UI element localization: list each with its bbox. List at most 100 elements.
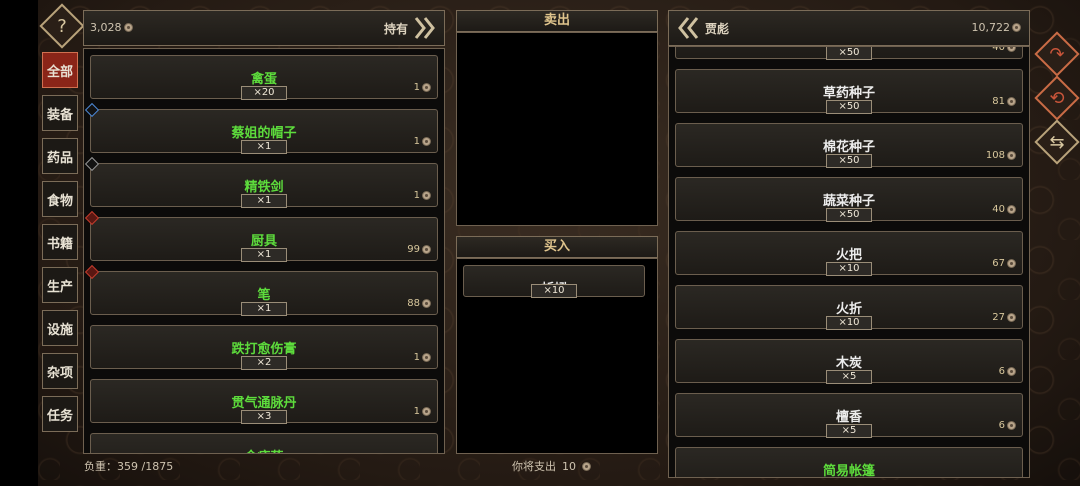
- item-quantity: ×5: [826, 370, 872, 384]
- item-row[interactable]: 禽蛋 ×20 1: [90, 55, 438, 100]
- item-name: 蔬菜种子: [822, 194, 875, 209]
- item-row[interactable]: 跌打愈伤膏 ×2 1: [90, 325, 438, 370]
- player-money: 3,028: [90, 21, 133, 34]
- item-price: 6: [999, 366, 1016, 377]
- item-row[interactable]: 草药种子 ×50 81: [675, 69, 1023, 114]
- item-name: 木炭: [835, 356, 862, 371]
- item-quantity: ×2: [241, 356, 287, 370]
- coin-icon: [1007, 259, 1016, 268]
- item-price-value: 1: [413, 136, 420, 147]
- redo-arrow-icon: ↷: [1049, 43, 1065, 65]
- buy-title: 买入: [543, 239, 570, 254]
- item-row[interactable]: 精铁剑 ×1 1: [84, 156, 438, 208]
- merchant-money: 10,722: [972, 21, 1021, 34]
- rarity-tag-icon: [84, 102, 100, 118]
- item-price: 1: [414, 190, 431, 201]
- item-name: 檀香: [835, 410, 862, 425]
- item-price-value: 67: [992, 258, 1005, 269]
- item-price-value: 6: [998, 366, 1005, 377]
- double-chevron-left-icon[interactable]: [675, 14, 701, 42]
- item-price-value: 40: [992, 46, 1005, 53]
- double-chevron-right-icon[interactable]: [412, 14, 438, 42]
- item-price-value: 27: [992, 312, 1005, 323]
- swap-icon: ⇆: [1049, 131, 1065, 153]
- item-row[interactable]: 蔬菜种子 ×50 40: [675, 177, 1023, 222]
- item-quantity: ×3: [241, 410, 287, 424]
- tab-item[interactable]: 装备: [42, 95, 78, 131]
- item-name: 火折: [835, 302, 862, 317]
- item-quantity: ×50: [826, 208, 872, 222]
- item-name: 金疮药: [91, 446, 437, 453]
- item-price: 1: [414, 136, 431, 147]
- item-row[interactable]: 火折 ×10 27: [675, 285, 1023, 330]
- item-row[interactable]: 蚯蚓×10: [463, 265, 645, 298]
- item-row[interactable]: 厨具 ×1 99: [84, 210, 438, 262]
- coin-icon: [1007, 367, 1016, 376]
- coin-icon: [582, 461, 591, 471]
- rarity-tag-icon: [84, 210, 100, 226]
- tab-item[interactable]: 全部: [42, 52, 78, 88]
- tab-item[interactable]: 设施: [42, 310, 78, 346]
- item-price-value: 1: [413, 406, 420, 417]
- item-row[interactable]: 金疮药: [90, 433, 438, 453]
- coin-icon: [422, 245, 431, 254]
- inventory-list[interactable]: 禽蛋 ×20 1 蔡姐的帽子 ×1 1 精铁剑 ×1 1 厨具 ×1 99 笔 ×1 88 跌打愈伤膏 ×2 1 贯…: [83, 48, 445, 454]
- item-name: 禽蛋: [250, 72, 277, 87]
- item-name: 精铁剑: [244, 180, 284, 195]
- item-quantity: ×10: [531, 284, 577, 298]
- item-name: 厨具: [250, 234, 277, 249]
- buy-list[interactable]: 蚯蚓×10: [456, 258, 658, 454]
- inventory-header: 3,028 持有: [83, 10, 445, 46]
- coin-icon: [422, 191, 431, 200]
- coin-icon: [1007, 97, 1016, 106]
- sell-list[interactable]: [456, 32, 658, 226]
- tab-item[interactable]: 任务: [42, 396, 78, 432]
- tab-item[interactable]: 书籍: [42, 224, 78, 260]
- item-row[interactable]: 笔 ×1 88: [84, 264, 438, 316]
- coin-icon: [1007, 205, 1016, 214]
- coin-icon: [1007, 421, 1016, 430]
- tab-item[interactable]: 生产: [42, 267, 78, 303]
- item-price-value: 88: [407, 298, 420, 309]
- item-quantity: ×20: [241, 86, 287, 100]
- item-price: 1: [414, 82, 431, 93]
- item-price: 27: [992, 312, 1016, 323]
- item-price: 1: [414, 352, 431, 363]
- item-price-value: 81: [992, 96, 1005, 107]
- item-name: 蔡姐的帽子: [231, 126, 297, 141]
- item-row[interactable]: 火把 ×10 67: [675, 231, 1023, 276]
- refresh-icon: ⟲: [1049, 87, 1065, 109]
- trade-screen: ? 3,028 持有 全部 装备 药品 食物 书籍 生产 设施 杂项 任务 禽蛋 ×20 1 蔡姐的帽…: [0, 0, 1080, 486]
- item-price-value: 108: [985, 150, 1005, 161]
- item-row[interactable]: ×50 40: [675, 46, 1023, 60]
- item-quantity: ×1: [241, 194, 287, 208]
- item-quantity: ×1: [241, 140, 287, 154]
- sell-header: 卖出: [456, 10, 658, 32]
- total-label: 你将支出: [512, 460, 556, 473]
- tab-item[interactable]: 食物: [42, 181, 78, 217]
- tab-item[interactable]: 杂项: [42, 353, 78, 389]
- item-name: 笔: [257, 288, 271, 303]
- item-price: 6: [999, 420, 1016, 431]
- coin-icon: [1007, 313, 1016, 322]
- item-quantity: ×50: [826, 47, 872, 60]
- coin-icon: [422, 83, 431, 92]
- coin-icon: [422, 353, 431, 362]
- item-price-value: 1: [413, 190, 420, 201]
- item-row[interactable]: 棉花种子 ×50 108: [675, 123, 1023, 168]
- owned-label: 持有: [383, 22, 408, 36]
- coin-icon: [1007, 47, 1016, 52]
- item-price-value: 1: [413, 352, 420, 363]
- item-quantity: ×50: [826, 100, 872, 114]
- total-spend: 你将支出 10: [512, 458, 591, 474]
- item-row[interactable]: 檀香 ×5 6: [675, 393, 1023, 438]
- item-price: 108: [986, 150, 1016, 161]
- total-value: 10: [562, 459, 576, 473]
- item-row[interactable]: 简易帐篷: [675, 447, 1023, 477]
- item-row[interactable]: 木炭 ×5 6: [675, 339, 1023, 384]
- item-row[interactable]: 贯气通脉丹 ×3 1: [90, 379, 438, 424]
- item-row[interactable]: 蔡姐的帽子 ×1 1: [84, 102, 438, 154]
- merchant-list[interactable]: ×50 40 草药种子 ×50 81 棉花种子 ×50 108 蔬菜种子 ×50 40 火把 ×10 67…: [668, 46, 1030, 478]
- item-name: 草药种子: [822, 86, 875, 101]
- tab-item[interactable]: 药品: [42, 138, 78, 174]
